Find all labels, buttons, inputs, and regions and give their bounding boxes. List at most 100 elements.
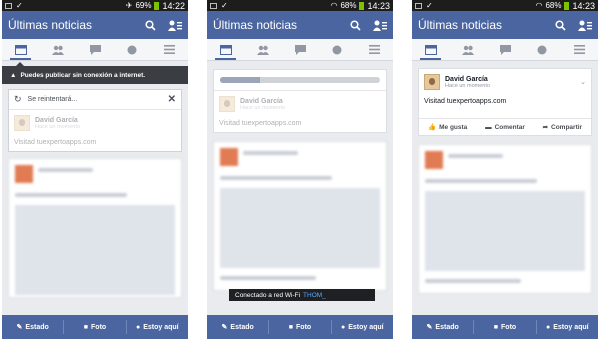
foto-button[interactable]: ■ Foto	[474, 324, 535, 331]
tab-messages[interactable]	[281, 39, 318, 60]
location-pin-icon: ●	[136, 323, 141, 331]
bottom-bar: ✎ Estado ■ Foto ● Estoy aquí	[207, 315, 393, 339]
blurred-feed-card	[8, 158, 182, 298]
post-text: Visitad tuexpertoapps.com	[14, 139, 97, 146]
status-bar: ✓ ◠ 68% 14:23	[412, 0, 598, 11]
camera-icon: ■	[288, 323, 294, 331]
avatar	[424, 74, 440, 90]
checkin-button[interactable]: ● Estoy aquí	[332, 324, 393, 331]
checkin-label: Estoy aquí	[143, 323, 179, 331]
nav-tabs	[2, 39, 188, 61]
check-icon: ✓	[221, 1, 228, 10]
friend-requests-icon[interactable]	[578, 20, 592, 31]
tab-friends[interactable]	[39, 39, 76, 60]
clock: 14:23	[572, 0, 595, 11]
notification-icon	[415, 2, 422, 9]
share-button[interactable]: ➦ Compartir	[534, 119, 591, 135]
nav-tabs	[207, 39, 393, 61]
toast-ssid: THOM_	[303, 291, 326, 299]
nav-tabs	[412, 39, 598, 61]
estado-button[interactable]: ✎ Estado	[2, 323, 63, 332]
app-header: Últimas noticias	[2, 11, 188, 39]
tab-friends[interactable]	[449, 39, 486, 60]
like-label: Me gusta	[439, 123, 468, 131]
bottom-bar: ✎ Estado ■ Foto ● Estoy aquí	[412, 315, 598, 339]
post-time: Hace un momento	[35, 123, 80, 130]
camera-icon: ■	[493, 323, 499, 331]
warning-icon: ▲	[10, 71, 17, 79]
menu-icon	[573, 45, 585, 54]
like-button[interactable]: 👍 Me gusta	[419, 119, 476, 135]
tab-notifications[interactable]	[114, 39, 151, 60]
avatar	[219, 96, 235, 112]
tab-menu[interactable]	[356, 39, 393, 60]
pending-post: David García Hace un momento Visitad tue…	[214, 91, 386, 132]
foto-button[interactable]: ■ Foto	[64, 324, 125, 331]
tab-notifications[interactable]	[319, 39, 356, 60]
offline-message: Puedes publicar sin conexión a internet.	[20, 71, 146, 79]
friends-icon	[256, 45, 269, 55]
chevron-down-icon[interactable]: ⌄	[580, 78, 586, 86]
checkin-label: Estoy aquí	[553, 323, 589, 331]
tab-news-feed[interactable]	[412, 39, 449, 60]
blurred-feed-card	[213, 141, 387, 291]
tab-friends[interactable]	[244, 39, 281, 60]
tab-messages[interactable]	[486, 39, 523, 60]
wifi-icon: ◠	[535, 1, 543, 10]
blurred-feed-card	[418, 144, 592, 294]
post-time: Hace un momento	[240, 104, 285, 111]
app-header: Últimas noticias	[207, 11, 393, 39]
estado-label: Estado	[435, 323, 459, 331]
search-icon[interactable]	[350, 19, 361, 31]
search-icon[interactable]	[145, 19, 156, 31]
friends-icon	[51, 45, 64, 55]
estado-button[interactable]: ✎ Estado	[412, 323, 473, 332]
page-title: Últimas noticias	[418, 18, 503, 32]
clock: 14:22	[162, 0, 185, 11]
post-actions: 👍 Me gusta ▬ Comentar ➦ Compartir	[419, 118, 591, 135]
check-icon: ✓	[16, 1, 23, 10]
bottom-bar: ✎ Estado ■ Foto ● Estoy aquí	[2, 315, 188, 339]
notification-icon	[210, 2, 217, 9]
status-bar: ✓ ✈ 69% 14:22	[2, 0, 188, 11]
search-icon[interactable]	[555, 19, 566, 31]
screen-uploading: ✓ ◠ 68% 14:23 Últimas noticias David Gar…	[207, 0, 393, 339]
upload-progress-fill	[220, 77, 260, 83]
checkin-button[interactable]: ● Estoy aquí	[537, 324, 598, 331]
toast-text: Conectado a red Wi-Fi	[235, 291, 301, 299]
pending-post: David García Hace un momento Visitad tue…	[9, 110, 181, 151]
share-label: Compartir	[551, 123, 583, 131]
battery-level: 69%	[135, 1, 152, 10]
comment-button[interactable]: ▬ Comentar	[476, 119, 533, 135]
screen-offline: ✓ ✈ 69% 14:22 Últimas noticias ▲ Puedes …	[2, 0, 188, 339]
tab-messages[interactable]	[76, 39, 113, 60]
tab-notifications[interactable]	[524, 39, 561, 60]
battery-icon	[359, 1, 365, 10]
published-post-card: David García Hace un momento ⌄ Visitad t…	[418, 68, 592, 136]
close-icon[interactable]: ✕	[168, 94, 176, 105]
tab-news-feed[interactable]	[207, 39, 244, 60]
post-author: David García	[445, 75, 488, 83]
checkin-button[interactable]: ● Estoy aquí	[127, 324, 188, 331]
foto-button[interactable]: ■ Foto	[269, 324, 330, 331]
wifi-icon: ◠	[330, 1, 338, 10]
tab-menu[interactable]	[561, 39, 598, 60]
screen-published: ✓ ◠ 68% 14:23 Últimas noticias David Gar…	[412, 0, 598, 339]
battery-icon	[564, 1, 570, 10]
tab-news-feed[interactable]	[2, 39, 39, 60]
foto-label: Foto	[501, 323, 517, 331]
estado-button[interactable]: ✎ Estado	[207, 323, 268, 332]
friend-requests-icon[interactable]	[373, 20, 387, 31]
edit-icon: ✎	[221, 324, 228, 331]
camera-icon: ■	[83, 323, 89, 331]
location-pin-icon: ●	[546, 323, 551, 331]
offline-banner: ▲ Puedes publicar sin conexión a interne…	[2, 62, 188, 84]
refresh-icon[interactable]: ↻	[14, 94, 22, 105]
tab-menu[interactable]	[151, 39, 188, 60]
airplane-icon: ✈	[125, 1, 133, 10]
comment-label: Comentar	[494, 123, 525, 131]
news-feed-icon	[219, 44, 232, 55]
news-feed-icon	[14, 44, 27, 55]
friend-requests-icon[interactable]	[168, 20, 182, 31]
friends-icon	[461, 45, 474, 55]
